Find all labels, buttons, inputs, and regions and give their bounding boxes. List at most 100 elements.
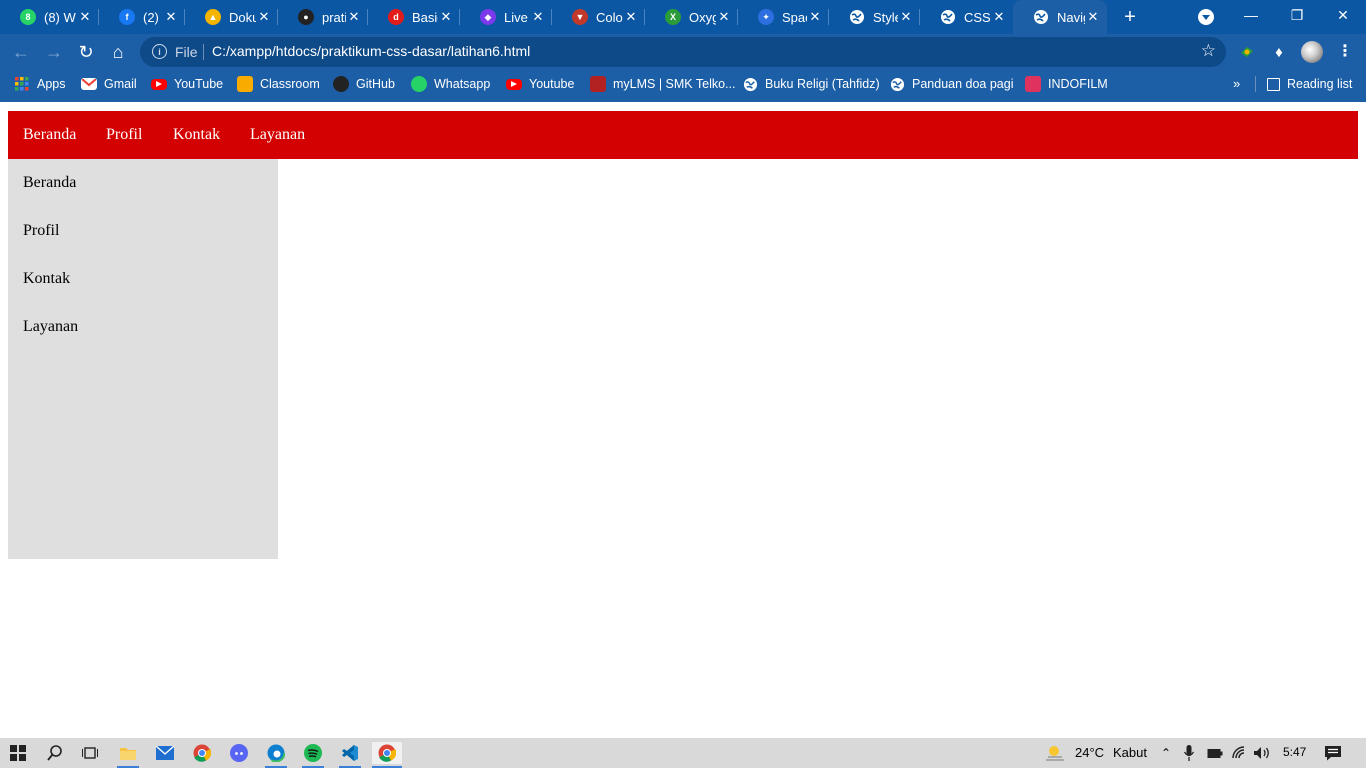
- windows-start-icon[interactable]: [7, 742, 29, 764]
- bookmark-label: myLMS | SMK Telko...: [613, 77, 736, 91]
- tab-title: Oxyg: [689, 9, 716, 25]
- close-tab-icon[interactable]: ✕: [256, 9, 272, 25]
- browser-tab-4[interactable]: ● pratik✕: [278, 0, 368, 34]
- globe-icon: [889, 76, 905, 92]
- top-nav-kontak[interactable]: Kontak: [173, 111, 220, 159]
- tab-search-icon[interactable]: [1198, 9, 1214, 25]
- close-tab-icon[interactable]: ✕: [898, 9, 914, 25]
- close-tab-icon[interactable]: ✕: [438, 9, 454, 25]
- browser-tab-3[interactable]: ▲ Doku ✕: [185, 0, 278, 34]
- bookmark-star-icon[interactable]: ☆: [1201, 41, 1216, 61]
- live-server-icon: ◆: [480, 9, 496, 25]
- info-icon[interactable]: i: [152, 44, 167, 59]
- search-icon[interactable]: [44, 742, 66, 764]
- back-button[interactable]: ←: [10, 41, 32, 63]
- bookmark-github[interactable]: GitHub: [333, 70, 395, 98]
- browser-toolbar: ← → ↻ ⌂ i File C:/xampp/htdocs/praktikum…: [0, 34, 1366, 70]
- weather-icon[interactable]: [1044, 742, 1066, 764]
- side-nav-beranda[interactable]: Beranda: [23, 159, 76, 207]
- chrome-icon[interactable]: [191, 742, 213, 764]
- tab-title: (2) Re: [143, 9, 163, 25]
- bookmark-apps[interactable]: Apps: [14, 70, 66, 98]
- battery-icon[interactable]: [1204, 742, 1226, 764]
- extension-icon[interactable]: [1238, 43, 1256, 61]
- side-nav-kontak[interactable]: Kontak: [23, 255, 70, 303]
- discord-icon[interactable]: [228, 742, 250, 764]
- spotify-icon[interactable]: [302, 742, 324, 768]
- side-nav-layanan[interactable]: Layanan: [23, 303, 78, 351]
- bookmark-whatsapp[interactable]: Whatsapp: [411, 70, 490, 98]
- close-tab-icon[interactable]: ✕: [623, 9, 639, 25]
- notifications-icon[interactable]: [1322, 742, 1344, 764]
- close-tab-icon[interactable]: ✕: [346, 9, 362, 25]
- weather-condition[interactable]: Kabut: [1113, 745, 1147, 760]
- vscode-icon[interactable]: [339, 742, 361, 768]
- tab-title: Basic: [412, 9, 438, 25]
- top-navigation: Beranda Profil Kontak Layanan: [8, 111, 1358, 159]
- microphone-icon[interactable]: [1178, 742, 1200, 764]
- reading-list-button[interactable]: Reading list: [1267, 70, 1352, 98]
- top-nav-profil[interactable]: Profil: [106, 111, 142, 159]
- bookmark-panduan-doa-pagi[interactable]: Panduan doa pagi: [889, 70, 1013, 98]
- wifi-icon[interactable]: [1229, 742, 1251, 764]
- browser-tab-6[interactable]: ◆ Live S✕: [460, 0, 552, 34]
- show-hidden-icons-chevron-icon[interactable]: ⌃: [1155, 742, 1177, 764]
- url-text[interactable]: C:/xampp/htdocs/praktikum-css-dasar/lati…: [212, 43, 530, 59]
- new-tab-button[interactable]: +: [1119, 6, 1141, 28]
- reload-button[interactable]: ↻: [75, 41, 97, 63]
- mail-icon[interactable]: [154, 742, 176, 764]
- bookmark-gmail[interactable]: Gmail: [81, 70, 137, 98]
- minimize-button[interactable]: —: [1228, 0, 1274, 30]
- bookmark-label: Apps: [37, 77, 66, 91]
- bookmark-label: Classroom: [260, 77, 320, 91]
- profile-avatar[interactable]: [1301, 41, 1323, 63]
- bookmark-label: Buku Religi (Tahfidz): [765, 77, 880, 91]
- file-explorer-icon[interactable]: [117, 742, 139, 768]
- browser-tab-1[interactable]: 8 (8) W ✕: [0, 0, 99, 34]
- close-tab-icon[interactable]: ✕: [991, 9, 1007, 25]
- bookmark-classroom[interactable]: Classroom: [237, 70, 320, 98]
- github-icon: ●: [298, 9, 314, 25]
- browser-tab-8[interactable]: X Oxyg ✕: [645, 0, 738, 34]
- browser-tab-9[interactable]: ✦ Spac✕: [738, 0, 829, 34]
- browser-tab-2[interactable]: f (2) Re✕: [99, 0, 185, 34]
- weather-temperature[interactable]: 24°C: [1075, 745, 1104, 760]
- bookmark-mylms-smk-telko[interactable]: myLMS | SMK Telko...: [590, 70, 736, 98]
- globe-icon: [742, 76, 758, 92]
- browser-tab-11[interactable]: CSS F✕: [920, 0, 1013, 34]
- browser-tab-12[interactable]: Navig✕: [1013, 0, 1107, 34]
- chrome-active-icon[interactable]: [372, 742, 402, 768]
- close-tab-icon[interactable]: ✕: [1085, 9, 1101, 25]
- close-tab-icon[interactable]: ✕: [716, 9, 732, 25]
- address-bar[interactable]: i File C:/xampp/htdocs/praktikum-css-das…: [140, 37, 1226, 67]
- top-nav-layanan[interactable]: Layanan: [250, 111, 305, 159]
- close-tab-icon[interactable]: ✕: [807, 9, 823, 25]
- browser-tab-10[interactable]: Style✕: [829, 0, 920, 34]
- bookmark-label: Youtube: [529, 77, 575, 91]
- bookmark-label: INDOFILM: [1048, 77, 1108, 91]
- oxygen-icon: X: [665, 9, 681, 25]
- home-button[interactable]: ⌂: [107, 41, 129, 63]
- task-view-icon[interactable]: [79, 742, 101, 764]
- forward-button[interactable]: →: [43, 41, 65, 63]
- browser-tab-5[interactable]: d Basic✕: [368, 0, 460, 34]
- bookmark-youtube[interactable]: Youtube: [506, 70, 574, 98]
- top-nav-beranda[interactable]: Beranda: [23, 111, 76, 159]
- close-tab-icon[interactable]: ✕: [77, 9, 93, 25]
- more-bookmarks-icon[interactable]: »: [1233, 76, 1240, 91]
- restore-button[interactable]: ❐: [1274, 0, 1320, 30]
- bookmark-label: GitHub: [356, 77, 395, 91]
- bookmark-youtube[interactable]: YouTube: [151, 70, 223, 98]
- bookmark-indofilm[interactable]: INDOFILM: [1025, 70, 1108, 98]
- close-tab-icon[interactable]: ✕: [163, 9, 179, 25]
- browser-tab-7[interactable]: ▼ Color✕: [552, 0, 645, 34]
- bookmark-buku-religi-tahfidz[interactable]: Buku Religi (Tahfidz): [742, 70, 880, 98]
- extensions-puzzle-icon[interactable]: ♦: [1270, 43, 1288, 61]
- close-tab-icon[interactable]: ✕: [530, 9, 546, 25]
- clock-time[interactable]: 5:47: [1283, 745, 1306, 759]
- volume-icon[interactable]: [1251, 742, 1273, 764]
- chrome-menu-icon[interactable]: ⋮: [1337, 41, 1353, 61]
- side-nav-profil[interactable]: Profil: [23, 207, 59, 255]
- edge-icon[interactable]: [265, 742, 287, 768]
- close-window-button[interactable]: ✕: [1320, 0, 1366, 30]
